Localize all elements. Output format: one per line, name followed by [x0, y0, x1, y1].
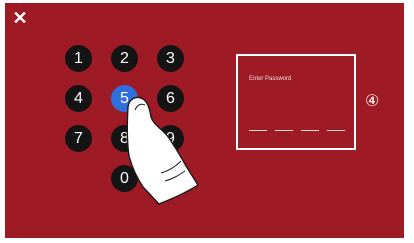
password-label: Enter Password	[249, 76, 292, 82]
key-1[interactable]: 1	[65, 45, 92, 72]
key-8[interactable]: 8	[111, 125, 138, 152]
key-9[interactable]: 9	[157, 125, 184, 152]
close-icon[interactable]: ✕	[11, 9, 29, 27]
password-slot-3	[301, 130, 319, 131]
callout-number: ④	[365, 93, 380, 110]
key-6[interactable]: 6	[157, 85, 184, 112]
key-7[interactable]: 7	[65, 125, 92, 152]
password-slot-1	[249, 130, 267, 131]
password-slot-4	[327, 130, 345, 131]
password-box: Enter Password	[236, 54, 356, 150]
screen: ✕ 1 2 3 4 5 6 7 8 9 0 Enter Password ④	[5, 3, 404, 238]
key-3[interactable]: 3	[157, 45, 184, 72]
key-2[interactable]: 2	[111, 45, 138, 72]
key-0[interactable]: 0	[111, 165, 138, 192]
key-5[interactable]: 5	[111, 85, 138, 112]
password-slot-2	[275, 130, 293, 131]
key-4[interactable]: 4	[65, 85, 92, 112]
